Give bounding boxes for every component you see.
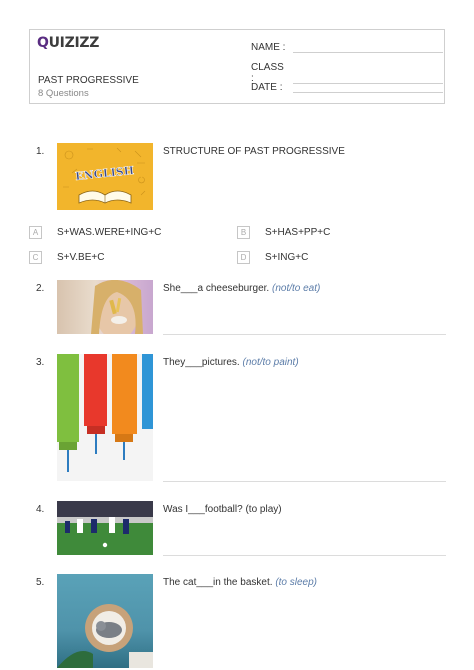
- question-number: 4.: [36, 504, 45, 515]
- option-a[interactable]: A S+WAS.WERE+ING+C: [29, 226, 161, 239]
- divider: [163, 555, 446, 556]
- woman-eating-image: [57, 280, 153, 334]
- question-sentence: The cat___in the basket.: [163, 577, 273, 588]
- question-count: 8 Questions: [38, 88, 89, 99]
- option-text: S+HAS+PP+C: [265, 227, 331, 238]
- name-label: NAME :: [251, 42, 286, 53]
- question-text: STRUCTURE OF PAST PROGRESSIVE: [163, 146, 345, 157]
- class-label: CLASS :: [251, 62, 284, 84]
- question-number: 5.: [36, 577, 45, 588]
- class-field[interactable]: CLASS :: [251, 62, 443, 84]
- option-c[interactable]: C S+V.BE+C: [29, 251, 104, 264]
- football-match-illustration: [57, 501, 153, 555]
- question-text: She___a cheeseburger. (not/to eat): [163, 283, 320, 294]
- question-sentence: They___pictures.: [163, 357, 240, 368]
- english-book-image: ENGLISH: [57, 143, 153, 210]
- date-field[interactable]: DATE :: [251, 82, 443, 93]
- option-text: S+V.BE+C: [57, 252, 105, 263]
- question-number: 3.: [36, 357, 45, 368]
- option-text: S+WAS.WERE+ING+C: [57, 227, 162, 238]
- option-letter: B: [237, 226, 250, 239]
- question-sentence: She___a cheeseburger.: [163, 283, 270, 294]
- date-line[interactable]: [293, 83, 443, 93]
- question-text: Was I___football? (to play): [163, 504, 282, 515]
- option-d[interactable]: D S+ING+C: [237, 251, 308, 264]
- cat-basket-image: [57, 574, 153, 668]
- paint-rollers-image: [57, 354, 153, 481]
- cat-basket-illustration: [57, 604, 153, 668]
- question-hint: (to sleep): [275, 577, 317, 588]
- question-hint: (not/to paint): [242, 357, 299, 368]
- worksheet-title: PAST PROGRESSIVE: [38, 75, 139, 86]
- name-field[interactable]: NAME :: [251, 42, 443, 53]
- option-letter: A: [29, 226, 42, 239]
- date-label: DATE :: [251, 82, 283, 93]
- woman-eating-illustration: [91, 280, 143, 334]
- english-image-text: ENGLISH: [75, 164, 135, 183]
- name-line[interactable]: [293, 43, 443, 53]
- question-hint: (not/to eat): [271, 283, 321, 294]
- question-number: 2.: [36, 283, 45, 294]
- paint-rollers-illustration: [57, 354, 153, 472]
- option-letter: C: [29, 251, 42, 264]
- option-b[interactable]: B S+HAS+PP+C: [237, 226, 330, 239]
- question-text: The cat___in the basket. (to sleep): [163, 577, 317, 588]
- option-text: S+ING+C: [265, 252, 309, 263]
- question-text: They___pictures. (not/to paint): [163, 357, 299, 368]
- english-book-illustration: ENGLISH: [63, 147, 146, 204]
- worksheet-header: QUIZIZZ PAST PROGRESSIVE 8 Questions NAM…: [29, 29, 445, 104]
- divider: [163, 334, 446, 335]
- quizizz-logo: QUIZIZZ: [37, 35, 100, 51]
- football-match-image: [57, 501, 153, 555]
- divider: [163, 481, 446, 482]
- option-letter: D: [237, 251, 250, 264]
- question-number: 1.: [36, 146, 45, 157]
